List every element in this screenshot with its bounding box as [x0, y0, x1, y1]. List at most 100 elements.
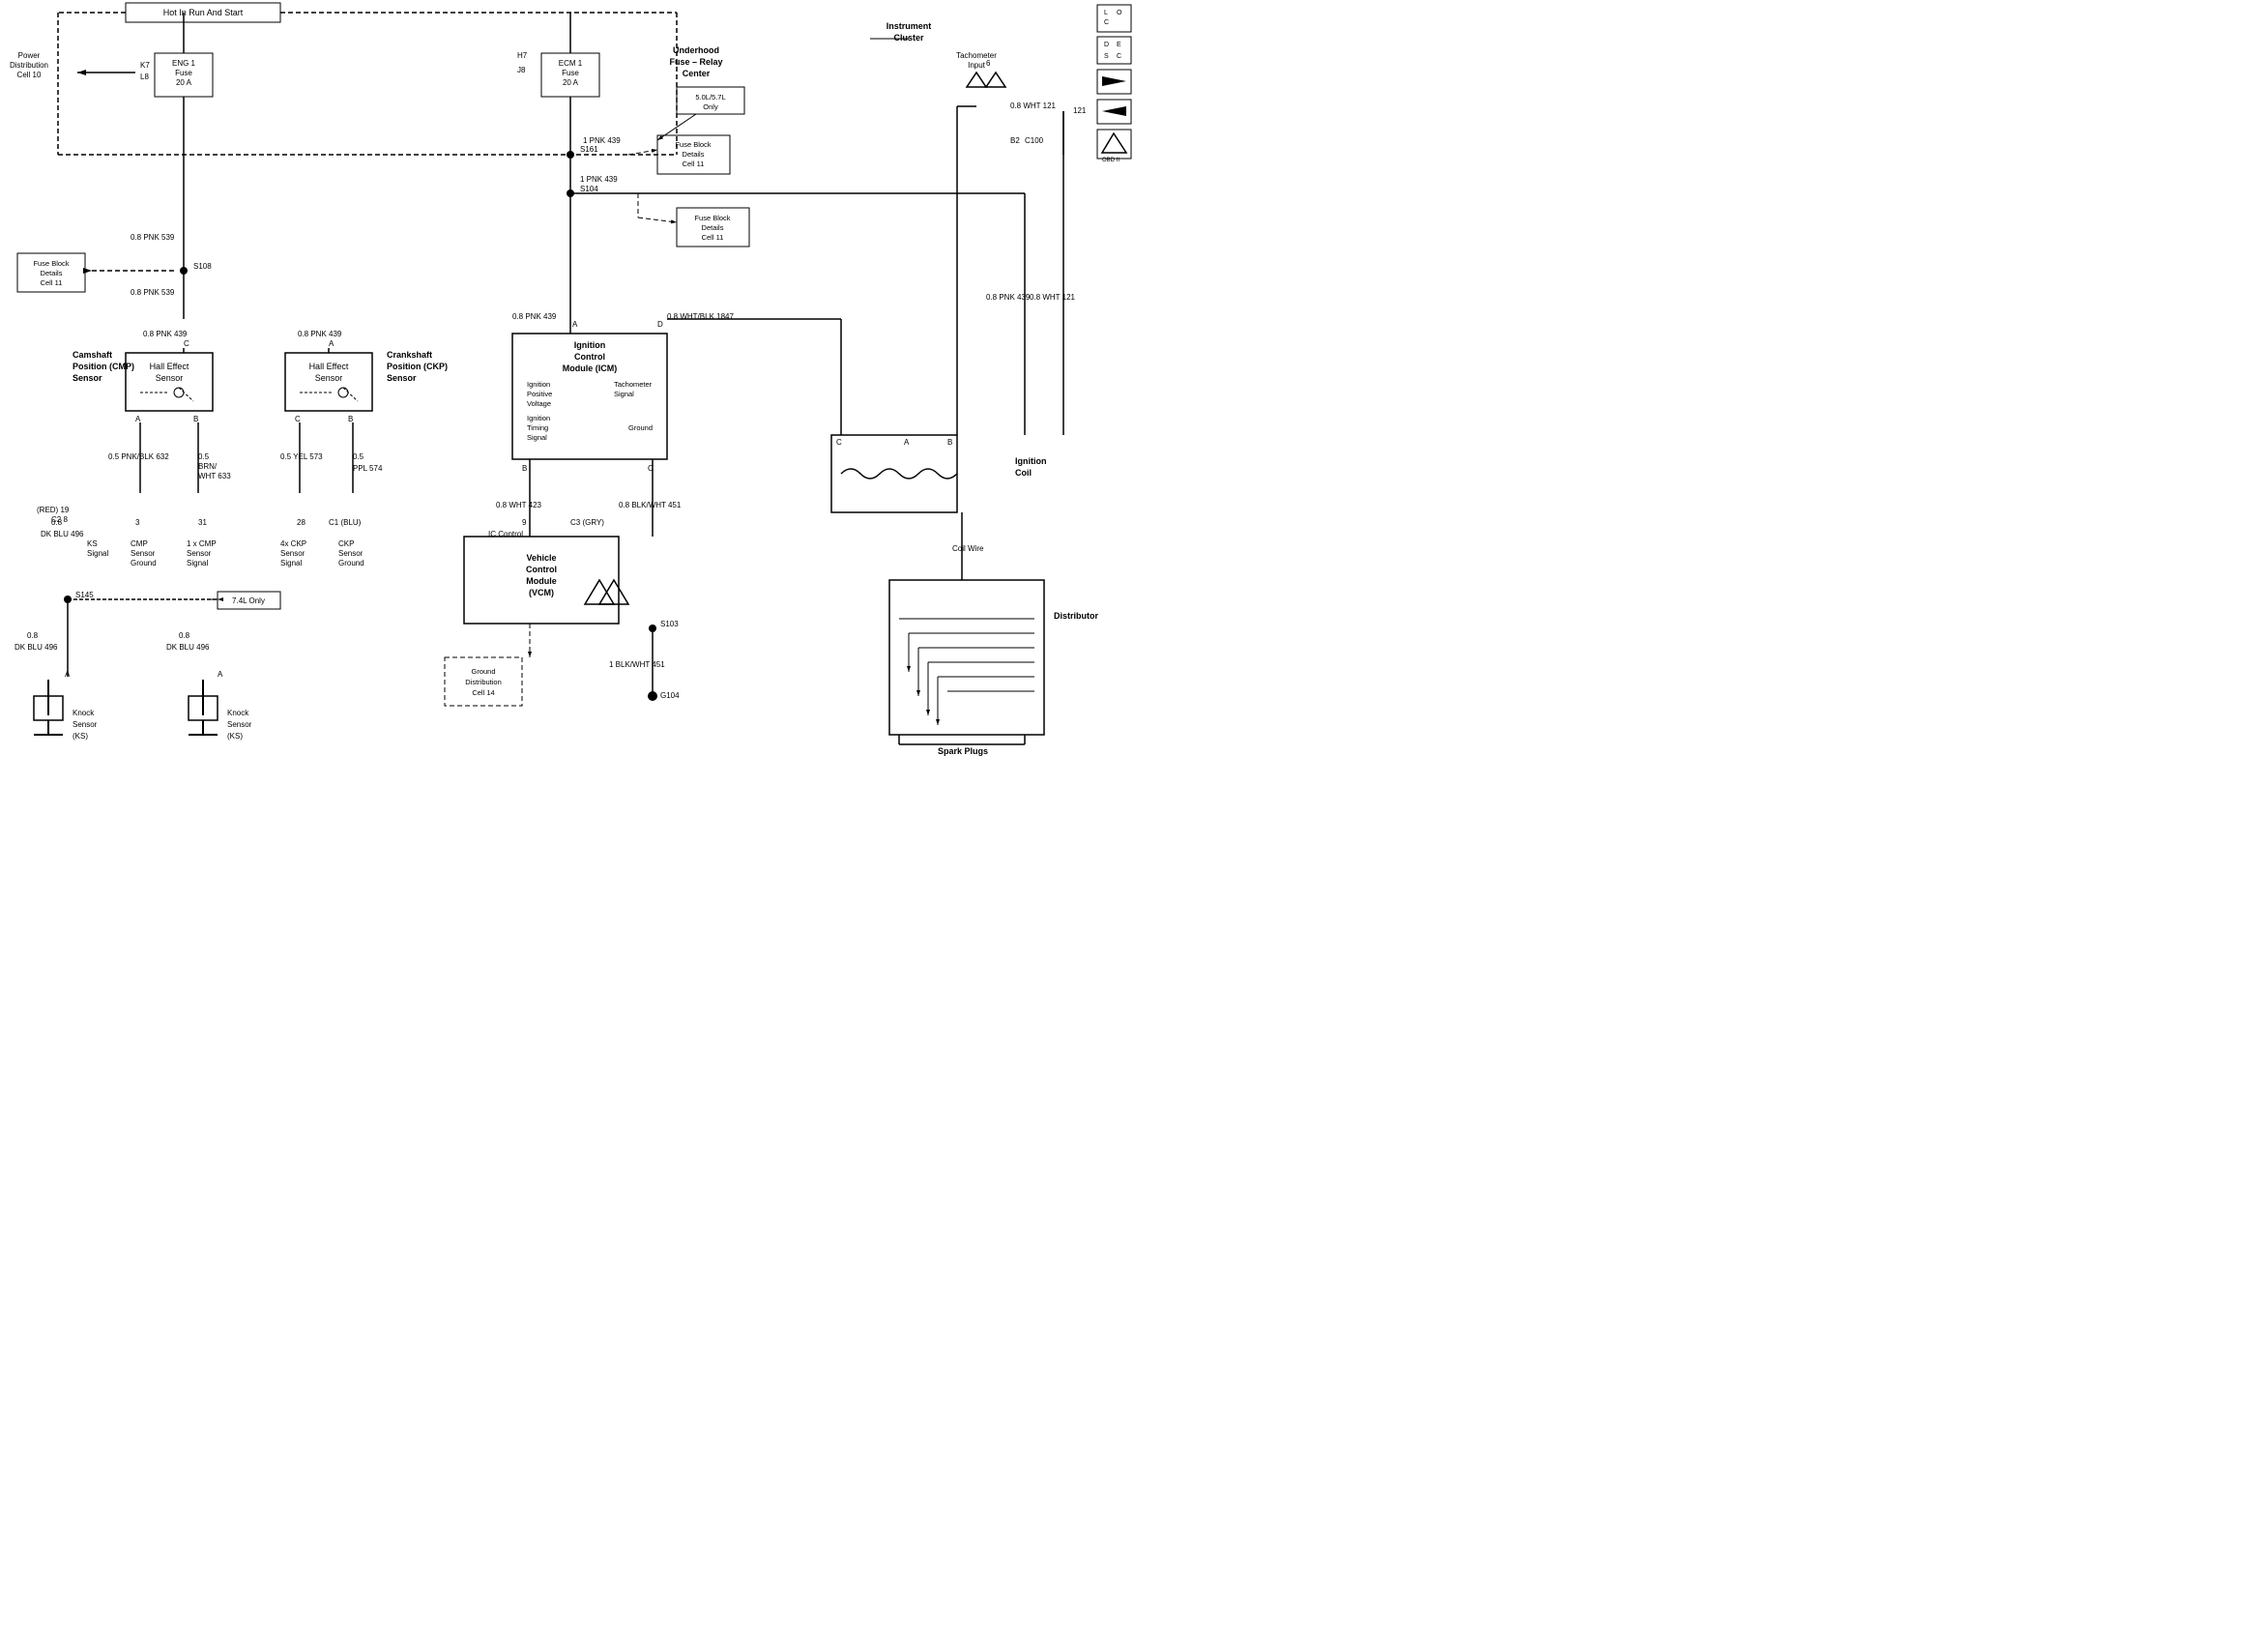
eng1-fuse-label: ENG 1	[172, 59, 196, 68]
s108-label: S108	[193, 262, 212, 271]
hall-effect-1-label: Hall Effect	[150, 362, 189, 371]
wiring-diagram: Hot In Run And Start Power Distribution …	[0, 0, 1134, 814]
svg-text:Sensor: Sensor	[387, 373, 417, 383]
a-terminal-ks2: A	[218, 670, 223, 679]
ppl574-label: 0.5	[353, 452, 364, 461]
svg-text:Signal: Signal	[614, 390, 634, 398]
svg-text:C: C	[1117, 53, 1121, 60]
svg-text:Details: Details	[683, 150, 705, 159]
ign-timing-label: Ignition	[527, 414, 550, 422]
svg-text:C: C	[1104, 19, 1109, 26]
pin3-label: 3	[135, 518, 140, 527]
d-terminal-icm: D	[657, 320, 663, 329]
s145-label: S145	[75, 591, 94, 599]
g104-dot	[648, 691, 657, 701]
svg-text:Cell 11: Cell 11	[702, 233, 724, 242]
svg-text:Sensor: Sensor	[73, 373, 102, 383]
svg-text:O: O	[1117, 10, 1122, 16]
svg-text:Sensor: Sensor	[280, 549, 305, 558]
svg-text:Sensor: Sensor	[73, 720, 98, 729]
c3gry-label: C3 (GRY)	[570, 518, 604, 527]
svg-text:0.8 PNK 439: 0.8 PNK 439	[512, 312, 557, 321]
ic-control-label: IC Control	[488, 530, 523, 538]
c1blu-label: C1 (BLU)	[329, 518, 362, 527]
b-terminal-cmp: B	[193, 415, 198, 423]
svg-text:(VCM): (VCM)	[529, 588, 554, 597]
svg-text:Sensor: Sensor	[156, 373, 184, 383]
b2c100-label: B2	[1010, 136, 1020, 145]
ckp-ground-label: CKP	[338, 539, 354, 548]
svg-text:Center: Center	[683, 69, 711, 78]
distributor	[889, 580, 1044, 735]
svg-text:1 PNK 439: 1 PNK 439	[580, 175, 618, 184]
arrow-left-icon	[1102, 106, 1126, 116]
pnk539-label: 0.8 PNK 539	[131, 233, 175, 242]
a-terminal-ks1: A	[65, 670, 71, 679]
ignition-coil-label: Ignition	[1015, 456, 1047, 466]
s103-dot	[649, 625, 656, 632]
c-terminal-ckp: C	[295, 415, 301, 423]
obd2-label: OBD II	[1102, 158, 1119, 163]
b-terminal-coil: B	[947, 438, 952, 447]
c-terminal-coil: C	[836, 438, 842, 447]
coil-symbol	[841, 469, 957, 479]
1xcmp-label: 1 x CMP	[187, 539, 217, 548]
svg-text:C2 8: C2 8	[51, 515, 68, 524]
svg-text:Control: Control	[526, 565, 557, 574]
tach-triangle-2	[986, 73, 1005, 87]
svg-text:Signal: Signal	[87, 549, 108, 558]
svg-text:Sensor: Sensor	[227, 720, 252, 729]
ckp-sensor-label: Crankshaft	[387, 350, 432, 360]
svg-text:Cell 11: Cell 11	[41, 278, 63, 287]
hall-effect-2-label: Hall Effect	[309, 362, 349, 371]
svg-text:Cell 14: Cell 14	[472, 688, 494, 697]
b-terminal-icm: B	[522, 464, 527, 473]
svg-text:Input: Input	[968, 61, 986, 70]
knock-sensor-2-label: Knock	[227, 709, 249, 717]
svg-text:Coil: Coil	[1015, 468, 1032, 478]
svg-text:Ground: Ground	[131, 559, 157, 567]
svg-text:(KS): (KS)	[73, 732, 88, 741]
svg-text:PPL 574: PPL 574	[353, 464, 383, 473]
svg-text:BRN/: BRN/	[198, 462, 218, 471]
svg-text:Details: Details	[41, 269, 63, 277]
svg-text:20 A: 20 A	[563, 78, 579, 87]
power-dist-label: Power	[18, 51, 41, 60]
h7-label: H7	[517, 51, 528, 60]
svg-text:Ground: Ground	[338, 559, 364, 567]
svg-text:!: !	[1104, 0, 1106, 2]
svg-text:0.8 PNK 439: 0.8 PNK 439	[143, 330, 188, 338]
svg-text:DK BLU 496: DK BLU 496	[41, 530, 84, 538]
svg-text:(KS): (KS)	[227, 732, 243, 741]
l8-label: L8	[140, 73, 149, 81]
j8-label: J8	[517, 66, 526, 74]
a-terminal-cmp: A	[135, 415, 141, 423]
ecm1-fuse-label: ECM 1	[559, 59, 583, 68]
c-terminal-cmp: C	[184, 339, 189, 348]
svg-text:Control: Control	[574, 352, 605, 362]
svg-text:Fuse: Fuse	[175, 69, 192, 77]
tachometer-input-label: Tachometer	[956, 51, 997, 60]
b-terminal-ckp: B	[348, 415, 353, 423]
svg-text:WHT 633: WHT 633	[198, 472, 231, 480]
svg-text:Distribution: Distribution	[465, 678, 502, 686]
wht121-right-label: 0.8 WHT 121	[1030, 293, 1076, 302]
tach-signal-label: Tachometer	[614, 380, 653, 389]
svg-text:Cluster: Cluster	[893, 33, 924, 43]
svg-text:1 PNK 439: 1 PNK 439	[583, 136, 621, 145]
coil-wire-label: Coil Wire	[952, 544, 984, 553]
wht423-label: 0.8 WHT 423	[496, 501, 542, 509]
blkwht451-2-label: 1 BLK/WHT 451	[609, 660, 665, 669]
spark-plugs-label: Spark Plugs	[938, 746, 988, 756]
blkwht451-label: 0.8 BLK/WHT 451	[619, 501, 682, 509]
svg-text:Position (CKP): Position (CKP)	[387, 362, 448, 371]
4xckp-label: 4x CKP	[280, 539, 306, 548]
s108-dot	[180, 267, 188, 275]
ign-pos-voltage-label: Ignition	[527, 380, 550, 389]
s161-label: S161	[580, 145, 598, 154]
a-terminal-coil: A	[904, 438, 910, 447]
vcm-triangle-1	[585, 580, 614, 604]
svg-text:Cell 10: Cell 10	[17, 71, 42, 79]
icm-label: Ignition	[574, 340, 606, 350]
svg-text:Only: Only	[703, 102, 718, 111]
